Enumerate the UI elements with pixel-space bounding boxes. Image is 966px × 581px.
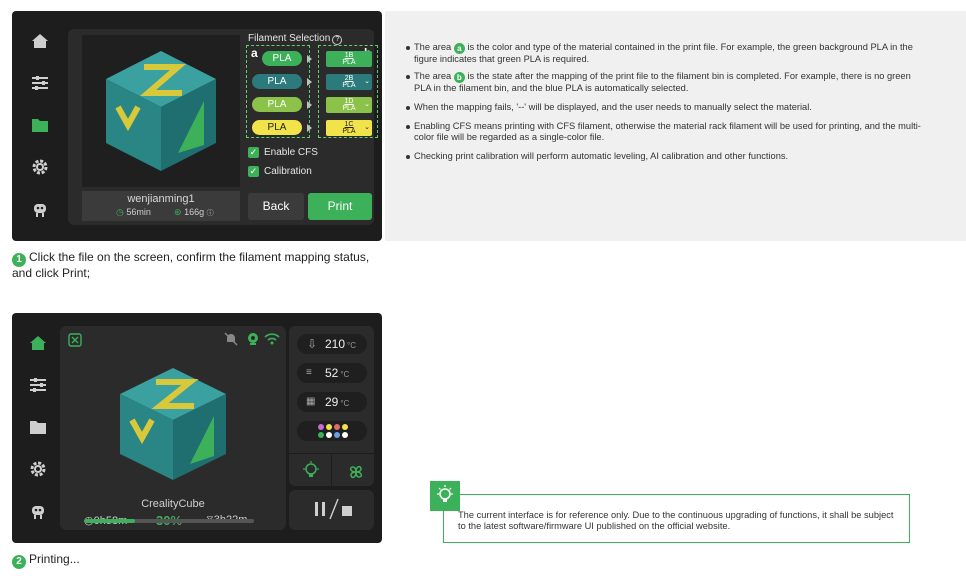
note-calibration: Checking print calibration will perform … [406, 151, 926, 162]
step-1-caption: 1 Click the file on the screen, confirm t… [12, 250, 370, 280]
bell-off-icon[interactable] [224, 332, 238, 351]
check-icon: ✓ [248, 147, 259, 158]
nozzle-temp[interactable]: ⇩ 210 °C [297, 334, 367, 354]
filament-bin-1[interactable]: 1B PLA [326, 51, 372, 67]
step-number: 1 [12, 253, 26, 267]
map-arrow-icon [307, 101, 312, 109]
sidebar [12, 11, 68, 241]
model-thumbnail [94, 354, 252, 501]
gear-icon[interactable] [30, 157, 50, 177]
temperature-panel: ⇩ 210 °C ≡ 52 °C ▦ 29 °C [289, 326, 374, 486]
bullet [406, 46, 410, 50]
weight: ⊛ 166g ⓘ [174, 207, 214, 217]
sidebar [12, 313, 60, 543]
spool-icon: ⊛ [174, 207, 182, 217]
print-time: ◷ 56min [116, 207, 151, 217]
folder-icon[interactable] [30, 115, 50, 135]
tip-text: The current interface is for reference o… [458, 510, 894, 531]
back-button[interactable]: Back [248, 193, 304, 220]
map-arrow-icon [307, 78, 312, 86]
map-arrow-icon [307, 55, 312, 63]
bullet [406, 155, 410, 159]
source-filament-2: PLA [252, 74, 302, 89]
check-icon: ✓ [248, 166, 259, 177]
tip-box: The current interface is for reference o… [430, 481, 910, 543]
source-filament-1: PLA [262, 51, 302, 66]
model-thumbnail [82, 35, 240, 187]
help-icon[interactable]: ? [332, 35, 343, 45]
step-2-caption: 2 Printing... [12, 553, 80, 569]
printing-screen: CrealityCube ◷0h58m 30% ⧖3h22m ⇩ 210°C ≡… [12, 313, 382, 543]
file-name: CrealityCube [141, 498, 205, 510]
notes-panel: The area a is the color and type of the … [385, 11, 966, 241]
chamber-temp[interactable]: ▦ 29 °C [297, 392, 367, 412]
light-bulb-icon[interactable] [302, 461, 320, 486]
sliders-icon[interactable] [28, 375, 48, 395]
stop-icon[interactable] [341, 504, 353, 522]
calibration-checkbox[interactable]: ✓ Calibration [248, 166, 312, 177]
webcam-icon[interactable] [246, 332, 260, 351]
info-icon: ⓘ [206, 210, 214, 217]
note-area-b: The area b is the state after the mappin… [406, 71, 926, 94]
robot-icon[interactable] [30, 199, 50, 219]
progress-bar [84, 519, 254, 523]
nozzle-icon: ⇩ [307, 337, 318, 351]
file-detail-panel: wenjianming1 ◷ 56min ⊛ 166g ⓘ Filament S… [68, 29, 378, 225]
filament-bin-4[interactable]: 1C PLA ⌄ [326, 120, 372, 136]
note-enable-cfs: Enabling CFS means printing with CFS fil… [406, 121, 926, 143]
chamber-icon: ▦ [306, 396, 316, 407]
print-button[interactable]: Print [308, 193, 372, 220]
wifi-icon[interactable] [264, 332, 280, 351]
bullet [406, 125, 410, 129]
bed-temp[interactable]: ≡ 52 °C [297, 363, 367, 383]
filament-bin-2[interactable]: 2B PLA ⌄ [326, 74, 372, 90]
area-a-badge: a [453, 43, 465, 54]
source-filament-3: PLA [252, 97, 302, 112]
filament-bin-3[interactable]: 1D PLA ⌄ [326, 97, 372, 113]
note-mapping-fail: When the mapping fails, '--' will be dis… [406, 102, 926, 113]
bed-icon: ≡ [306, 367, 312, 378]
file-name: wenjianming1 [127, 193, 195, 205]
chevron-down-icon: ⌄ [364, 124, 370, 131]
light-bulb-icon [430, 481, 460, 511]
home-icon[interactable] [30, 31, 50, 51]
note-area-a: The area a is the color and type of the … [406, 42, 926, 65]
step-number: 2 [12, 555, 26, 569]
chevron-down-icon: ⌄ [364, 78, 370, 85]
clock-icon: ◷ [116, 207, 124, 217]
sliders-icon[interactable] [30, 73, 50, 93]
area-b-badge: b [453, 72, 465, 83]
enable-cfs-checkbox[interactable]: ✓ Enable CFS [248, 147, 318, 158]
area-a-tag: a [251, 46, 258, 60]
separator-slash [329, 498, 339, 525]
fan-icon[interactable] [347, 463, 365, 486]
camera-off-icon[interactable] [68, 333, 82, 352]
file-info-bar: wenjianming1 ◷ 56min ⊛ 166g ⓘ [82, 191, 240, 221]
gear-icon[interactable] [28, 459, 48, 479]
print-status-panel: CrealityCube ◷0h58m 30% ⧖3h22m [60, 326, 286, 530]
source-filament-4: PLA [252, 120, 302, 135]
bullet [406, 106, 410, 110]
progress-bar-fill [84, 519, 135, 523]
divider [331, 454, 332, 486]
map-arrow-icon [307, 124, 312, 132]
filament-colors-icon [318, 424, 348, 438]
filament-colors[interactable] [297, 421, 367, 441]
pause-icon[interactable] [313, 500, 327, 523]
bullet [406, 75, 410, 79]
folder-icon[interactable] [28, 417, 48, 437]
filament-selection-screen: wenjianming1 ◷ 56min ⊛ 166g ⓘ Filament S… [12, 11, 382, 241]
home-icon[interactable] [28, 333, 48, 353]
robot-icon[interactable] [28, 501, 48, 521]
filament-selection-title: Filament Selection? [248, 33, 343, 45]
pause-stop-controls [289, 490, 374, 530]
chevron-down-icon: ⌄ [364, 101, 370, 108]
